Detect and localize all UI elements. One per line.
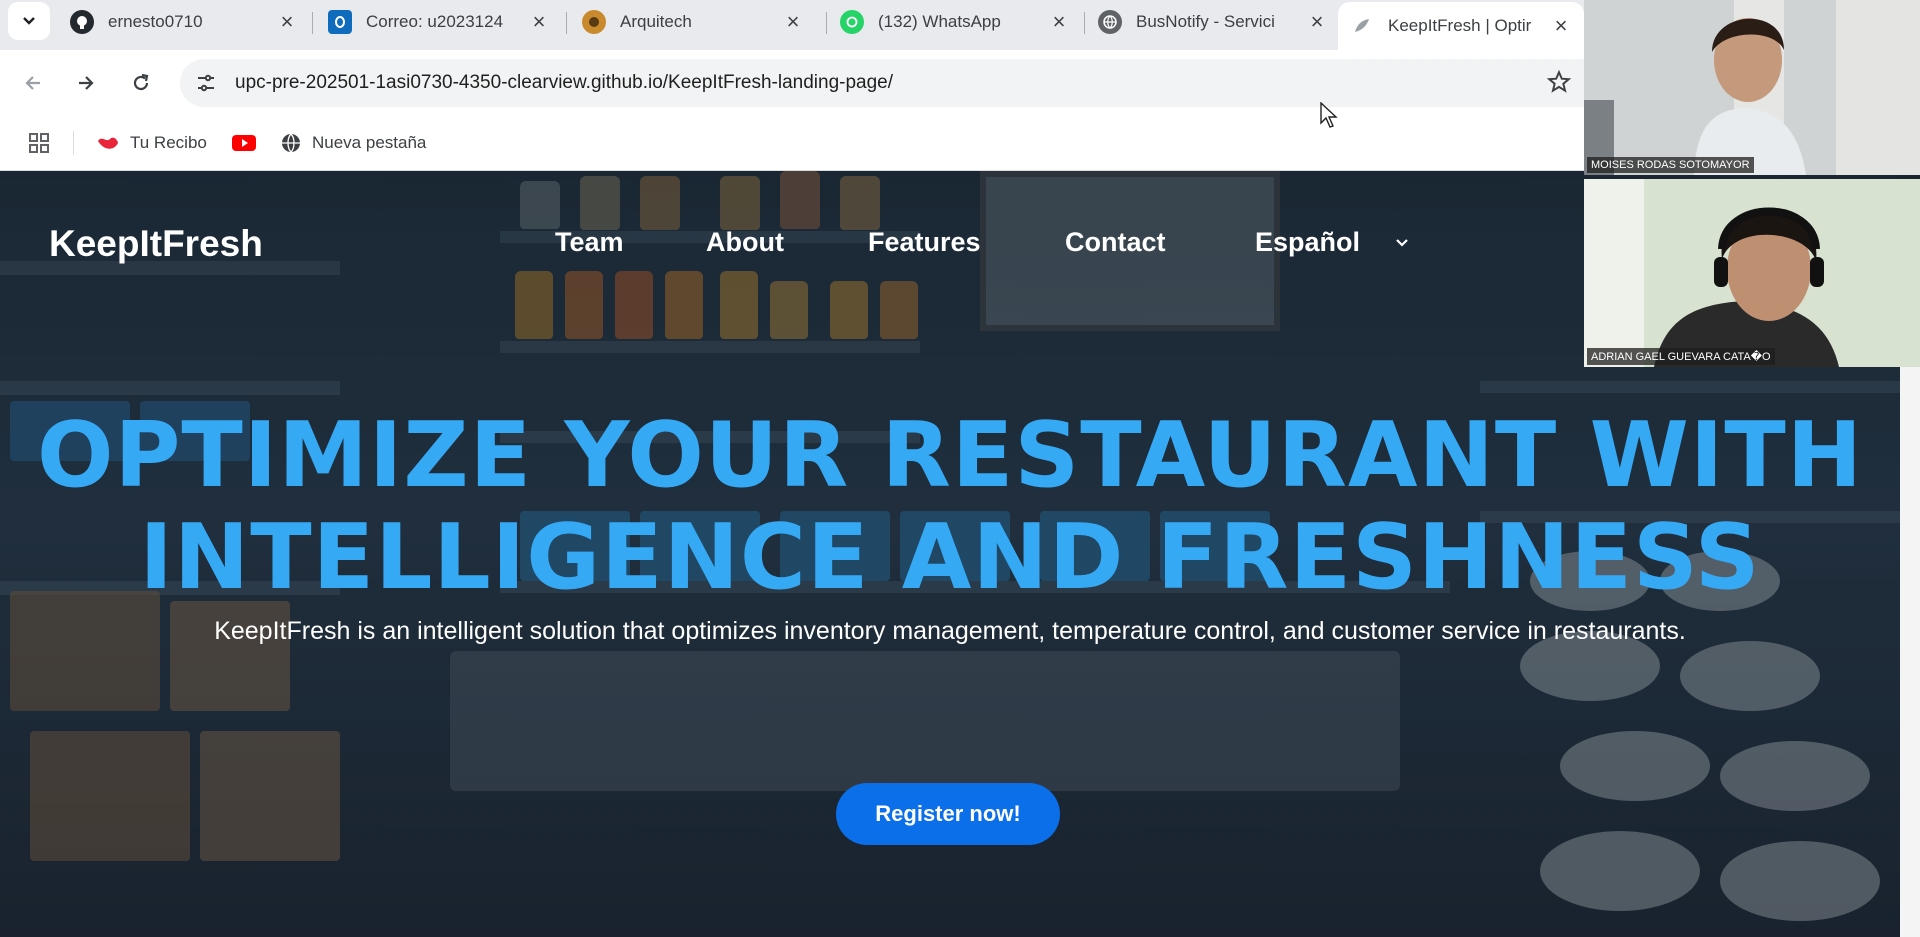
github-icon	[70, 10, 94, 34]
bookmark-label: Tu Recibo	[130, 133, 207, 152]
turecibo-icon	[98, 137, 118, 149]
back-button[interactable]	[16, 66, 50, 100]
globe-icon	[1098, 10, 1122, 34]
hero-subtitle: KeepItFresh is an intelligent solution t…	[214, 617, 1686, 645]
tab-divider	[566, 12, 567, 34]
tab-label: Correo: u2023124	[366, 12, 504, 31]
tab-busnotify[interactable]: BusNotify - Servici ×	[1086, 2, 1340, 42]
participant-video-adrian: ADRIAN GAEL GUEVARA CATA�O	[1584, 179, 1920, 367]
tab-arquitech[interactable]: Arquitech ×	[570, 2, 816, 42]
youtube-icon	[232, 135, 256, 151]
address-bar[interactable]: upc-pre-202501-1asi0730-4350-clearview.g…	[180, 59, 1584, 107]
site-info-icon[interactable]	[194, 71, 218, 95]
nav-features[interactable]: Features	[868, 227, 981, 258]
mouse-cursor-icon	[1320, 102, 1338, 128]
browser-toolbar: upc-pre-202501-1asi0730-4350-clearview.g…	[0, 50, 1584, 116]
whatsapp-icon	[840, 10, 864, 34]
video-tile-background	[1836, 0, 1920, 175]
reload-icon	[133, 73, 149, 91]
tab-divider	[312, 12, 313, 34]
bookmark-label: Nueva pestaña	[312, 133, 427, 152]
window-edge	[1900, 367, 1920, 937]
participant-name: MOISES RODAS SOTOMAYOR	[1587, 157, 1754, 173]
chevron-down-icon	[1396, 238, 1408, 247]
chevron-down-icon	[23, 17, 35, 25]
arquitech-icon	[582, 10, 606, 34]
close-icon[interactable]: ×	[782, 9, 804, 34]
participant-avatar	[1584, 179, 1920, 367]
tab-label: Arquitech	[620, 12, 692, 31]
arrow-left-icon	[25, 76, 40, 90]
language-select[interactable]: Español	[1255, 227, 1410, 258]
tab-github[interactable]: ernesto0710 ×	[58, 2, 310, 42]
close-icon[interactable]: ×	[1550, 13, 1572, 38]
tab-search-button[interactable]	[8, 2, 50, 40]
url-text[interactable]: upc-pre-202501-1asi0730-4350-clearview.g…	[235, 72, 893, 94]
arrow-right-icon	[79, 76, 94, 90]
tab-label: (132) WhatsApp	[878, 12, 1001, 31]
browser-window: ernesto0710 × Correo: u2023124 × Arquite…	[0, 0, 1584, 171]
participant-avatar	[1584, 0, 1836, 175]
close-icon[interactable]: ×	[1048, 9, 1070, 34]
forward-button[interactable]	[69, 66, 103, 100]
nav-team[interactable]: Team	[555, 227, 624, 258]
tab-divider	[826, 12, 827, 34]
tab-whatsapp[interactable]: (132) WhatsApp ×	[828, 2, 1082, 42]
hero-title-line1: OPTIMIZE YOUR RESTAURANT WITH	[36, 403, 1864, 508]
tab-divider	[1084, 12, 1085, 34]
close-icon[interactable]: ×	[1306, 9, 1328, 34]
participant-video-moises: MOISES RODAS SOTOMAYOR	[1584, 0, 1836, 175]
hero-title-line2: INTELLIGENCE AND FRESHNESS	[139, 505, 1761, 610]
tab-label: BusNotify - Servici	[1136, 12, 1275, 31]
outlook-icon	[328, 10, 352, 34]
apps-grid-icon	[29, 133, 49, 153]
nav-contact[interactable]: Contact	[1065, 227, 1166, 258]
close-icon[interactable]: ×	[276, 9, 298, 34]
keepitfresh-icon	[1350, 14, 1374, 38]
language-label: Español	[1255, 227, 1361, 257]
close-icon[interactable]: ×	[528, 9, 550, 34]
bookmark-tu-recibo[interactable]: Tu Recibo	[96, 130, 207, 156]
site-logo[interactable]: KeepItFresh	[49, 223, 263, 265]
tab-strip: ernesto0710 × Correo: u2023124 × Arquite…	[0, 0, 1584, 50]
bookmarks-divider	[73, 131, 74, 155]
apps-button[interactable]	[28, 130, 50, 156]
bookmark-star-icon[interactable]	[1546, 69, 1572, 95]
participant-name: ADRIAN GAEL GUEVARA CATA�O	[1587, 348, 1775, 365]
bookmark-nueva-pestana[interactable]: Nueva pestaña	[280, 130, 426, 156]
tab-outlook[interactable]: Correo: u2023124 ×	[316, 2, 562, 42]
register-button[interactable]: Register now!	[836, 783, 1060, 845]
bookmark-youtube[interactable]	[232, 130, 256, 156]
globe-icon	[282, 133, 300, 153]
bookmarks-bar: Tu Recibo Nueva pestaña	[0, 116, 1584, 171]
reload-button[interactable]	[124, 66, 158, 100]
tab-label: KeepItFresh | Optir	[1388, 16, 1532, 35]
nav-about[interactable]: About	[706, 227, 784, 258]
tab-keepitfresh[interactable]: KeepItFresh | Optir ×	[1338, 2, 1584, 50]
tab-label: ernesto0710	[108, 12, 203, 31]
